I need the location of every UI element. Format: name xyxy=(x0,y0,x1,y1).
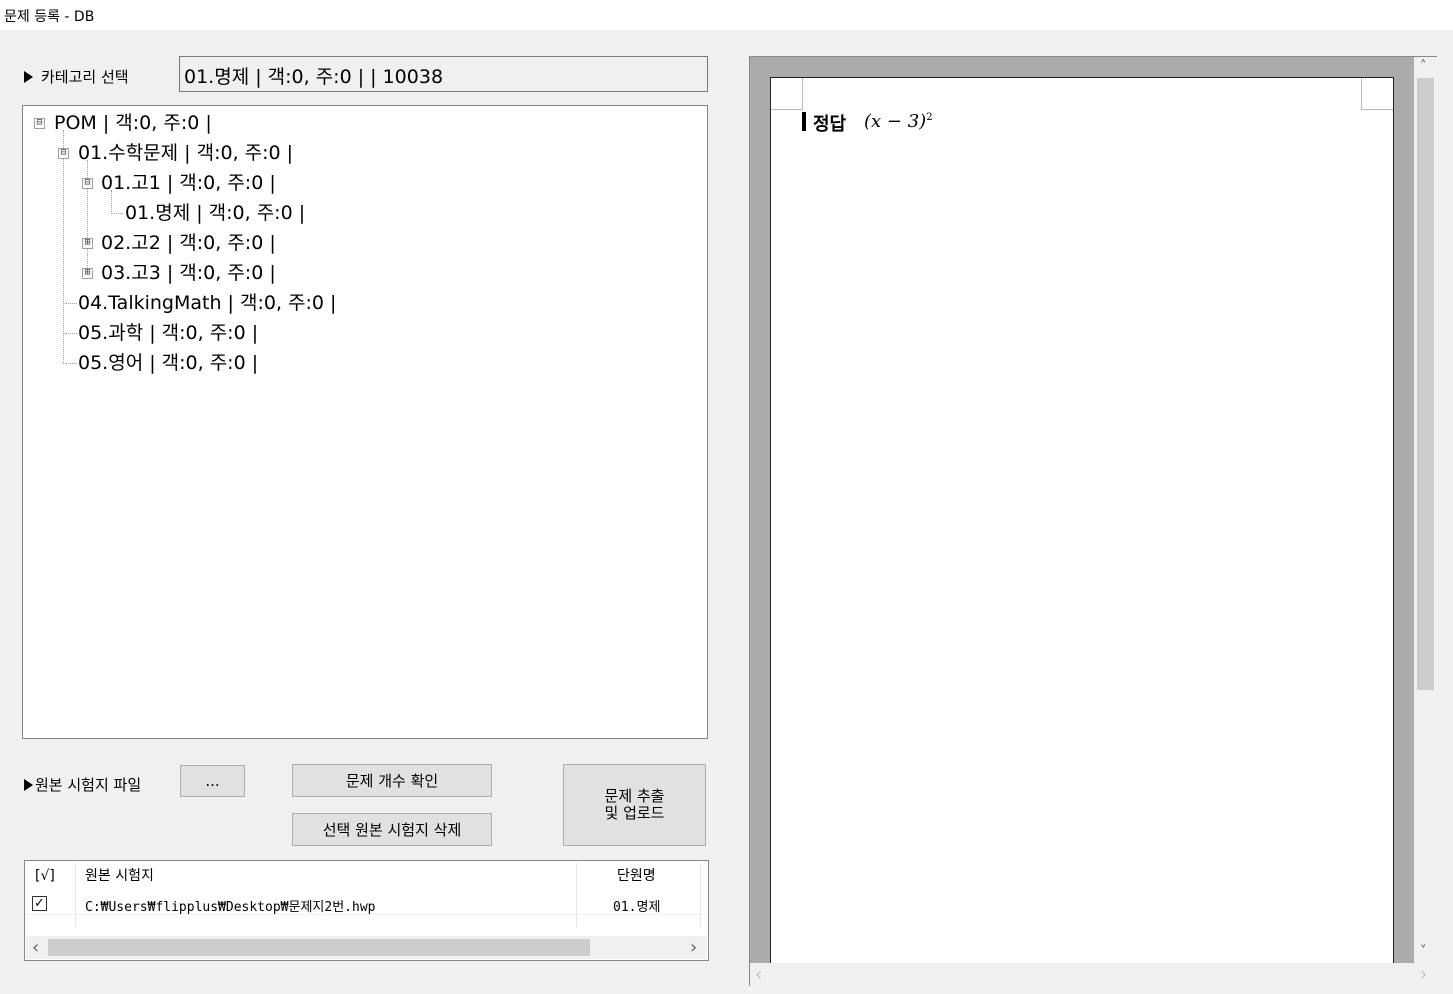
tree-node-math[interactable]: 01.수학문제 | 객:0, 주:0 | xyxy=(78,141,293,165)
category-tree[interactable]: ⊟ POM | 객:0, 주:0 | ⊟ 01.수학문제 | 객:0, 주:0 … xyxy=(22,105,708,739)
source-file-label: 원본 시험지 파일 xyxy=(35,776,142,794)
answer-math: (x − 3)2 xyxy=(864,111,933,132)
row-file-path: C:₩Users₩flipplus₩Desktop₩문제지2번.hwp xyxy=(85,900,376,915)
column-divider xyxy=(75,863,76,927)
tree-node-english[interactable]: 05.영어 | 객:0, 주:0 | xyxy=(78,351,258,375)
answer-exponent: 2 xyxy=(926,112,933,123)
category-label-group: 카테고리 선택 xyxy=(24,66,129,87)
scroll-thumb[interactable] xyxy=(1417,78,1434,690)
tree-node-grade3[interactable]: 03.고3 | 객:0, 주:0 | xyxy=(101,261,276,285)
tree-connector xyxy=(65,363,77,364)
scroll-left-icon[interactable]: ‹ xyxy=(755,964,762,985)
triangle-icon xyxy=(24,71,33,83)
scroll-down-icon[interactable]: ˅ xyxy=(1420,944,1427,959)
scroll-up-icon[interactable]: ˄ xyxy=(1420,59,1427,74)
count-check-button[interactable]: 문제 개수 확인 xyxy=(292,764,492,797)
source-label-group: 원본 시험지 파일 xyxy=(24,774,141,795)
page-corner-mark xyxy=(771,78,803,110)
file-list-hscrollbar[interactable]: ‹ › xyxy=(26,936,707,959)
column-header-file[interactable]: 원본 시험지 xyxy=(85,861,154,891)
scroll-right-icon[interactable]: › xyxy=(1420,964,1427,985)
answer-marker xyxy=(802,112,806,131)
column-header-check[interactable]: [√] xyxy=(35,861,55,891)
expand-icon[interactable]: ⊞ xyxy=(82,238,93,249)
answer-label: 정답 xyxy=(813,114,847,135)
tree-connector xyxy=(63,130,64,364)
category-label: 카테고리 선택 xyxy=(41,68,129,86)
browse-button[interactable]: ... xyxy=(180,765,245,797)
tree-connector xyxy=(65,333,77,334)
scroll-thumb[interactable] xyxy=(48,939,590,956)
tree-node-talkingmath[interactable]: 04.TalkingMath | 객:0, 주:0 | xyxy=(78,291,336,315)
tree-node-grade2[interactable]: 02.고2 | 객:0, 주:0 | xyxy=(101,231,276,255)
column-header-unit[interactable]: 단원명 xyxy=(617,861,656,891)
scroll-right-icon[interactable]: › xyxy=(690,937,697,958)
tree-node-grade1[interactable]: 01.고1 | 객:0, 주:0 | xyxy=(101,171,276,195)
expand-icon[interactable]: ⊞ xyxy=(82,268,93,279)
tree-node-pom[interactable]: POM | 객:0, 주:0 | xyxy=(54,111,212,135)
triangle-icon xyxy=(24,779,33,791)
row-checkbox[interactable]: ✓ xyxy=(32,896,47,911)
answer-expression: (x − 3) xyxy=(864,111,927,132)
collapse-icon[interactable]: ⊟ xyxy=(82,178,93,189)
tree-node-science[interactable]: 05.과학 | 객:0, 주:0 | xyxy=(78,321,258,345)
category-selected-field[interactable]: 01.명제 | 객:0, 주:0 | | 10038 xyxy=(179,56,708,92)
preview-page: 정답 (x − 3)2 xyxy=(770,77,1394,965)
tree-connector xyxy=(65,303,77,304)
tree-node-proposition[interactable]: 01.명제 | 객:0, 주:0 | xyxy=(125,201,305,225)
extract-button-line1: 문제 추출 xyxy=(604,787,665,805)
extract-button-line2: 및 업로드 xyxy=(604,804,665,822)
tree-connector xyxy=(111,213,123,214)
collapse-icon[interactable]: ⊟ xyxy=(34,118,45,129)
title-bar: 문제 등록 - DB xyxy=(0,0,1453,30)
row-unit-name: 01.명제 xyxy=(613,900,661,915)
row-divider xyxy=(25,914,708,915)
column-divider xyxy=(576,863,577,927)
scroll-left-icon[interactable]: ‹ xyxy=(32,937,39,958)
extract-upload-button[interactable]: 문제 추출 및 업로드 xyxy=(563,764,706,846)
window-title: 문제 등록 - DB xyxy=(4,9,95,25)
delete-source-button[interactable]: 선택 원본 시험지 삭제 xyxy=(292,813,492,846)
page-corner-mark xyxy=(1361,78,1393,110)
preview-hscrollbar[interactable]: ‹ › xyxy=(750,963,1437,986)
column-divider xyxy=(700,863,701,927)
collapse-icon[interactable]: ⊟ xyxy=(58,148,69,159)
